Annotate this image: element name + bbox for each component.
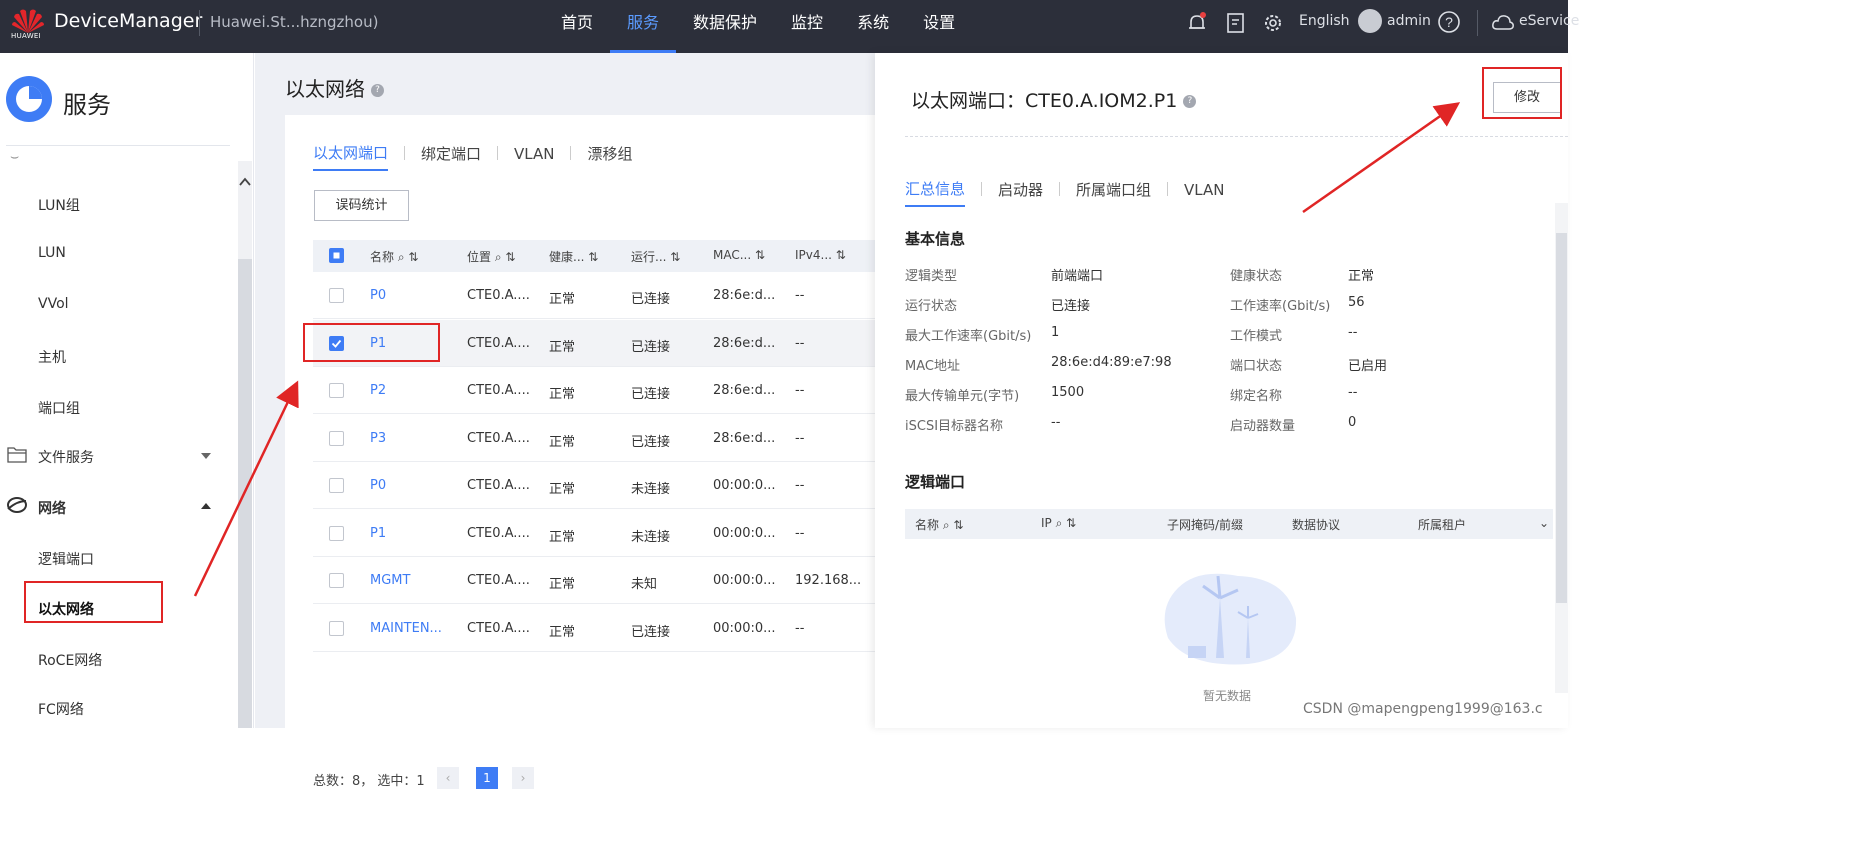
next-page-button[interactable]: ›	[512, 767, 534, 789]
pagination-summary: 总数：8， 选中：1	[313, 774, 425, 789]
annotation-arrows	[193, 102, 1461, 597]
watermark: CSDN @mapengpeng1999@163.c	[1303, 701, 1543, 717]
prev-page-button[interactable]: ‹	[437, 767, 459, 789]
page-number[interactable]: 1	[476, 767, 498, 789]
